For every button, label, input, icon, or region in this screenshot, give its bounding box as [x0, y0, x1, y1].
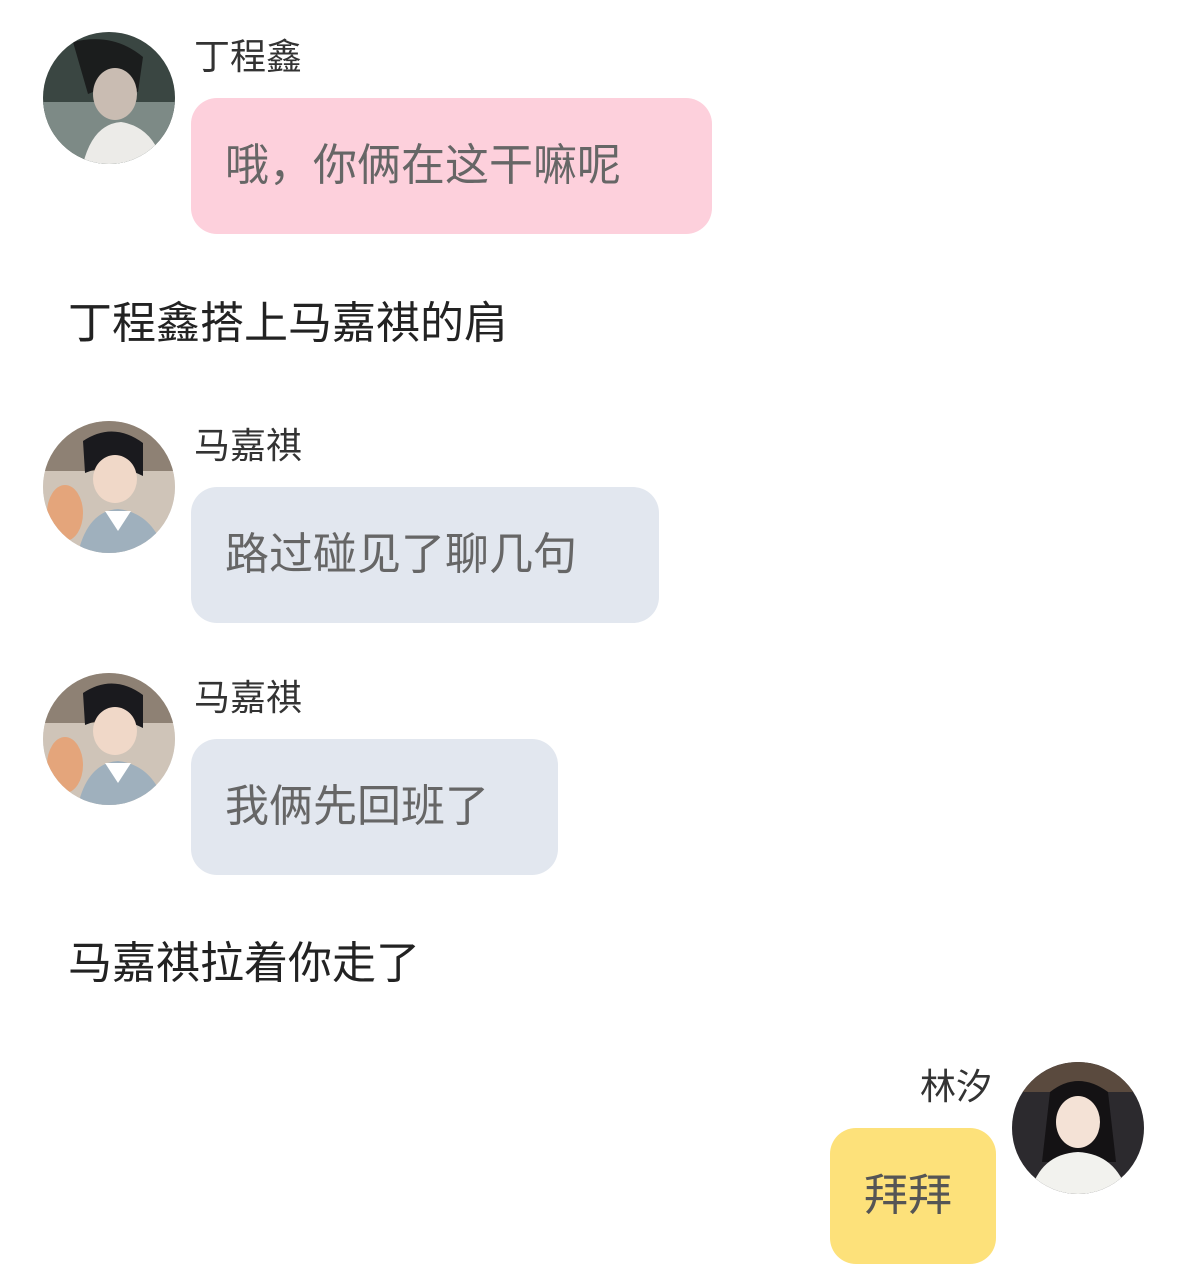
- narration-text: 丁程鑫搭上马嘉祺的肩: [68, 298, 508, 349]
- boy-portrait-avatar-icon: [43, 32, 175, 164]
- message-bubble[interactable]: 路过碰见了聊几句: [191, 487, 659, 623]
- message-bubble[interactable]: 我俩先回班了: [191, 739, 558, 875]
- narration-text: 马嘉祺拉着你走了: [68, 938, 420, 989]
- avatar[interactable]: [43, 673, 175, 805]
- boy-portrait-avatar-icon: [43, 673, 175, 805]
- avatar[interactable]: [1012, 1062, 1144, 1194]
- avatar[interactable]: [43, 421, 175, 553]
- sender-name: 马嘉祺: [194, 426, 303, 467]
- girl-portrait-avatar-icon: [1012, 1062, 1144, 1194]
- message-bubble[interactable]: 哦，你俩在这干嘛呢: [191, 98, 712, 234]
- avatar[interactable]: [43, 32, 175, 164]
- boy-portrait-avatar-icon: [43, 421, 175, 553]
- sender-name: 马嘉祺: [194, 678, 303, 719]
- sender-name: 丁程鑫: [194, 37, 303, 78]
- message-bubble[interactable]: 拜拜: [830, 1128, 996, 1264]
- sender-name: 林汐: [919, 1067, 992, 1108]
